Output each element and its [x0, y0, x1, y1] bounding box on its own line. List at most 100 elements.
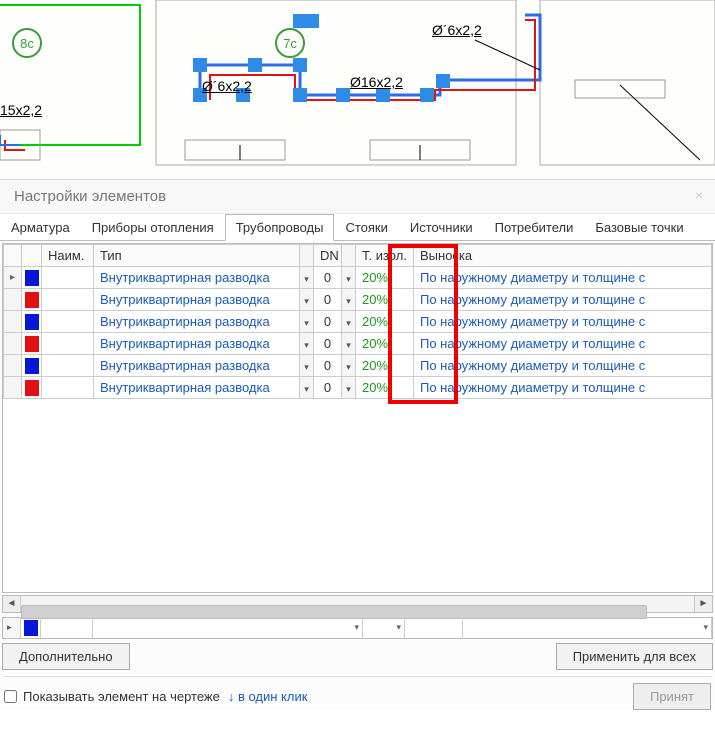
row-dn[interactable]: 0: [314, 377, 342, 399]
show-on-drawing-checkbox[interactable]: [4, 690, 17, 703]
row-type-dd[interactable]: ▾: [300, 333, 314, 355]
show-on-drawing-label: Показывать элемент на чертеже: [23, 689, 220, 704]
row-dn-dd[interactable]: ▾: [342, 311, 356, 333]
col-name[interactable]: Наим.: [42, 245, 94, 267]
filter-marker[interactable]: ▸: [3, 618, 21, 638]
drawing-canvas[interactable]: 8с 7с 15x2,2 Ø´6x2,2 Ø16x2,2 Ø´6x2,2: [0, 0, 715, 180]
row-dn[interactable]: 0: [314, 311, 342, 333]
row-dn-dd[interactable]: ▾: [342, 289, 356, 311]
row-name[interactable]: [42, 355, 94, 377]
row-callout[interactable]: По наружному диаметру и толщине с: [414, 333, 712, 355]
row-color[interactable]: [22, 377, 42, 399]
row-callout[interactable]: По наружному диаметру и толщине с: [414, 267, 712, 289]
row-name[interactable]: [42, 311, 94, 333]
col-type[interactable]: Тип: [94, 245, 300, 267]
row-type-dd[interactable]: ▾: [300, 377, 314, 399]
one-click-link[interactable]: ↓ в один клик: [228, 689, 308, 704]
tab-base-points[interactable]: Базовые точки: [584, 214, 694, 240]
row-type[interactable]: Внутриквартирная разводка: [94, 311, 300, 333]
col-callout[interactable]: Выноска: [414, 245, 712, 267]
row-type[interactable]: Внутриквартирная разводка: [94, 333, 300, 355]
row-marker: ▸: [4, 267, 22, 289]
scroll-thumb[interactable]: [21, 605, 647, 619]
row-callout[interactable]: По наружному диаметру и толщине с: [414, 311, 712, 333]
row-color[interactable]: [22, 267, 42, 289]
col-type-dd: [300, 245, 314, 267]
table-row[interactable]: Внутриквартирная разводка▾0▾20%По наружн…: [4, 311, 712, 333]
tab-pipelines[interactable]: Трубопроводы: [225, 214, 335, 241]
pipe-label: 15x2,2: [0, 102, 42, 118]
row-dn[interactable]: 0: [314, 355, 342, 377]
tabs: Арматура Приборы отопления Трубопроводы …: [0, 214, 715, 241]
scroll-right-icon[interactable]: ►: [694, 596, 712, 612]
filter-callout[interactable]: ▾: [463, 618, 712, 638]
row-type[interactable]: Внутриквартирная разводка: [94, 377, 300, 399]
table-row[interactable]: Внутриквартирная разводка▾0▾20%По наружн…: [4, 289, 712, 311]
room-badge: 7с: [275, 28, 305, 58]
row-color[interactable]: [22, 311, 42, 333]
row-callout[interactable]: По наружному диаметру и толщине с: [414, 289, 712, 311]
room-badge: 8с: [12, 28, 42, 58]
row-dn[interactable]: 0: [314, 333, 342, 355]
scroll-left-icon[interactable]: ◄: [3, 596, 21, 612]
table-row[interactable]: Внутриквартирная разводка▾0▾20%По наружн…: [4, 333, 712, 355]
row-iso[interactable]: 20%: [356, 333, 414, 355]
table-row[interactable]: ▸Внутриквартирная разводка▾0▾20%По наруж…: [4, 267, 712, 289]
row-iso[interactable]: 20%: [356, 289, 414, 311]
col-color: [22, 245, 42, 267]
tab-sources[interactable]: Источники: [399, 214, 484, 240]
row-marker: [4, 355, 22, 377]
row-color[interactable]: [22, 333, 42, 355]
row-color[interactable]: [22, 289, 42, 311]
row-name[interactable]: [42, 289, 94, 311]
filter-name[interactable]: [41, 618, 93, 638]
h-scrollbar[interactable]: ◄ ►: [2, 595, 713, 613]
col-iso[interactable]: Т. изол.: [356, 245, 414, 267]
filter-dn[interactable]: ▾: [363, 618, 405, 638]
row-type-dd[interactable]: ▾: [300, 289, 314, 311]
tab-consumers[interactable]: Потребители: [484, 214, 585, 240]
row-dn-dd[interactable]: ▾: [342, 355, 356, 377]
row-iso[interactable]: 20%: [356, 355, 414, 377]
row-name[interactable]: [42, 377, 94, 399]
apply-all-button[interactable]: Применить для всех: [556, 643, 713, 670]
col-dn-dd: [342, 245, 356, 267]
row-dn-dd[interactable]: ▾: [342, 377, 356, 399]
accept-button[interactable]: Принят: [633, 683, 711, 710]
row-dn[interactable]: 0: [314, 289, 342, 311]
row-type[interactable]: Внутриквартирная разводка: [94, 355, 300, 377]
row-type[interactable]: Внутриквартирная разводка: [94, 289, 300, 311]
panel-title: Настройки элементов: [14, 188, 166, 205]
row-marker: [4, 289, 22, 311]
row-type[interactable]: Внутриквартирная разводка: [94, 267, 300, 289]
row-callout[interactable]: По наружному диаметру и толщине с: [414, 355, 712, 377]
table-row[interactable]: Внутриквартирная разводка▾0▾20%По наружн…: [4, 355, 712, 377]
close-icon[interactable]: ×: [689, 186, 709, 206]
row-type-dd[interactable]: ▾: [300, 311, 314, 333]
row-iso[interactable]: 20%: [356, 377, 414, 399]
col-dn[interactable]: DN: [314, 245, 342, 267]
row-iso[interactable]: 20%: [356, 267, 414, 289]
row-name[interactable]: [42, 267, 94, 289]
drawing-svg: [0, 0, 715, 180]
filter-color[interactable]: [21, 618, 41, 638]
panel-title-bar: Настройки элементов ×: [0, 180, 715, 214]
filter-iso[interactable]: [405, 618, 463, 638]
row-name[interactable]: [42, 333, 94, 355]
row-dn-dd[interactable]: ▾: [342, 267, 356, 289]
row-type-dd[interactable]: ▾: [300, 267, 314, 289]
table-row[interactable]: Внутриквартирная разводка▾0▾20%По наружн…: [4, 377, 712, 399]
pipe-label: Ø16x2,2: [350, 74, 403, 90]
additional-button[interactable]: Дополнительно: [2, 643, 130, 670]
tab-risers[interactable]: Стояки: [334, 214, 398, 240]
row-type-dd[interactable]: ▾: [300, 355, 314, 377]
filter-type[interactable]: ▾: [93, 618, 363, 638]
row-dn-dd[interactable]: ▾: [342, 333, 356, 355]
row-callout[interactable]: По наружному диаметру и толщине с: [414, 377, 712, 399]
data-grid: Наим. Тип DN Т. изол. Выноска ▸Внутриква…: [2, 243, 713, 593]
row-color[interactable]: [22, 355, 42, 377]
tab-heating-devices[interactable]: Приборы отопления: [81, 214, 225, 240]
tab-armature[interactable]: Арматура: [0, 214, 81, 240]
row-dn[interactable]: 0: [314, 267, 342, 289]
row-iso[interactable]: 20%: [356, 311, 414, 333]
